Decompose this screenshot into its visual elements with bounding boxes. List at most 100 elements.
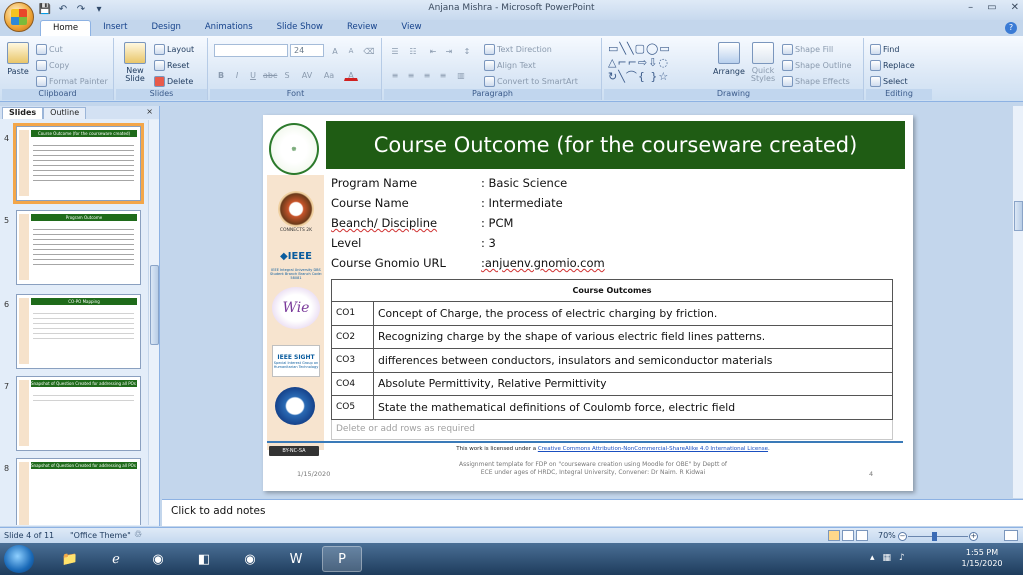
- slide-thumbnail-4[interactable]: Course Outcome (for the courseware creat…: [13, 123, 144, 204]
- tab-animations[interactable]: Animations: [193, 20, 265, 37]
- outcome-code[interactable]: CO3: [331, 348, 374, 373]
- tab-slides[interactable]: Slides: [2, 107, 44, 119]
- slide-title[interactable]: Course Outcome (for the courseware creat…: [326, 121, 905, 169]
- shape-outline-button[interactable]: Shape Outline: [782, 60, 852, 71]
- tab-home[interactable]: Home: [40, 20, 92, 37]
- spell-check-icon[interactable]: ♲: [134, 530, 142, 540]
- help-icon[interactable]: ?: [1005, 22, 1017, 34]
- zoom-knob[interactable]: [932, 532, 937, 541]
- delete-slide-button[interactable]: Delete: [154, 76, 193, 87]
- tray-expand-icon[interactable]: ▴: [870, 553, 875, 563]
- reset-button[interactable]: Reset: [154, 60, 189, 71]
- numbering-icon[interactable]: ☷: [406, 44, 420, 57]
- shape-fill-button[interactable]: Shape Fill: [782, 44, 833, 55]
- slide-thumbnail-7[interactable]: Snapshot of Question Created for address…: [16, 376, 141, 451]
- minimize-button[interactable]: –: [968, 2, 973, 13]
- internet-explorer-icon[interactable]: ℯ: [96, 546, 136, 572]
- font-name-combo[interactable]: [214, 44, 288, 57]
- app-icon[interactable]: ◧: [184, 546, 224, 572]
- shape-effects-button[interactable]: Shape Effects: [782, 76, 850, 87]
- slide-thumbnail-6[interactable]: CO-PO Mapping: [16, 294, 141, 369]
- outcome-code[interactable]: CO2: [331, 324, 374, 349]
- italic-button[interactable]: I: [230, 68, 244, 81]
- columns-icon[interactable]: ▥: [454, 68, 468, 81]
- course-outcomes-table[interactable]: Course Outcomes CO1 Concept of Charge, th…: [331, 279, 893, 440]
- justify-icon[interactable]: ≡: [436, 68, 450, 81]
- clock[interactable]: 1:55 PM 1/15/2020: [960, 547, 1004, 569]
- maximize-button[interactable]: ▭: [987, 2, 996, 13]
- outcome-text[interactable]: Absolute Permittivity, Relative Permitti…: [373, 371, 893, 396]
- panel-close-icon[interactable]: ×: [146, 107, 153, 116]
- change-case-button[interactable]: Aa: [320, 68, 338, 81]
- quick-styles-button[interactable]: Quick Styles: [748, 42, 778, 83]
- slide-show-button[interactable]: [856, 530, 868, 541]
- network-icon[interactable]: ▦: [883, 553, 892, 563]
- scroll-thumb[interactable]: [150, 265, 159, 345]
- outcome-text[interactable]: Recognizing charge by the shape of vario…: [373, 324, 893, 349]
- zoom-slider[interactable]: − +: [898, 532, 978, 541]
- slide-sorter-button[interactable]: [842, 530, 854, 541]
- slide-thumbnail-8[interactable]: Snapshot of Question Created for address…: [16, 458, 141, 525]
- select-button[interactable]: Select: [870, 76, 908, 87]
- outcome-text[interactable]: differences between conductors, insulato…: [373, 348, 893, 373]
- powerpoint-icon[interactable]: P: [322, 546, 362, 572]
- copy-button[interactable]: Copy: [36, 60, 69, 71]
- shrink-font-button[interactable]: A: [344, 44, 358, 57]
- notes-pane[interactable]: Click to add notes: [162, 499, 1023, 526]
- line-spacing-icon[interactable]: ↕: [460, 44, 474, 57]
- zoom-out-icon[interactable]: −: [898, 532, 907, 541]
- tab-insert[interactable]: Insert: [91, 20, 139, 37]
- outcome-text[interactable]: State the mathematical definitions of Co…: [373, 395, 893, 420]
- decrease-indent-icon[interactable]: ⇤: [426, 44, 440, 57]
- word-icon[interactable]: W: [276, 546, 316, 572]
- office-button[interactable]: [4, 2, 34, 32]
- fit-to-window-button[interactable]: [1004, 530, 1018, 541]
- tab-outline[interactable]: Outline: [43, 107, 87, 119]
- start-button[interactable]: [4, 545, 34, 573]
- slide-canvas[interactable]: ☸ Course Outcome (for the courseware cre…: [263, 115, 913, 491]
- zoom-level[interactable]: 70%: [878, 531, 896, 540]
- tab-view[interactable]: View: [389, 20, 433, 37]
- find-button[interactable]: Find: [870, 44, 899, 55]
- panel-scrollbar[interactable]: [148, 120, 159, 525]
- shadow-button[interactable]: S: [280, 68, 294, 81]
- char-spacing-button[interactable]: AV: [298, 68, 316, 81]
- bullets-icon[interactable]: ☰: [388, 44, 402, 57]
- tab-design[interactable]: Design: [140, 20, 193, 37]
- outcome-text[interactable]: Concept of Charge, the process of electr…: [373, 301, 893, 326]
- shapes-gallery[interactable]: ▭╲╲▢◯▭ △⌐⌐⇨⇩◌ ↻╲⌒{ }☆: [608, 42, 708, 86]
- align-left-icon[interactable]: ≡: [388, 68, 402, 81]
- close-button[interactable]: ✕: [1011, 2, 1019, 13]
- underline-button[interactable]: U: [246, 68, 260, 81]
- layout-button[interactable]: Layout: [154, 44, 194, 55]
- convert-smartart-button[interactable]: Convert to SmartArt: [484, 76, 578, 87]
- chrome-icon[interactable]: ◉: [138, 546, 178, 572]
- align-center-icon[interactable]: ≡: [404, 68, 418, 81]
- cut-button[interactable]: Cut: [36, 44, 63, 55]
- grow-font-button[interactable]: A: [328, 44, 342, 57]
- text-direction-button[interactable]: Text Direction: [484, 44, 552, 55]
- outcome-code[interactable]: CO1: [331, 301, 374, 326]
- outcome-code[interactable]: CO5: [331, 395, 374, 420]
- bold-button[interactable]: B: [214, 68, 228, 81]
- tab-review[interactable]: Review: [335, 20, 389, 37]
- file-explorer-icon[interactable]: 📁: [50, 546, 90, 572]
- slide-thumbnail-5[interactable]: Program Outcome: [16, 210, 141, 285]
- normal-view-button[interactable]: [828, 530, 840, 541]
- edit-scrollbar[interactable]: [1012, 106, 1023, 498]
- new-slide-button[interactable]: New Slide: [120, 42, 150, 83]
- chrome-window-icon[interactable]: ◉: [230, 546, 270, 572]
- font-size-combo[interactable]: 24: [290, 44, 324, 57]
- clear-format-icon[interactable]: ⌫: [362, 44, 376, 57]
- replace-button[interactable]: Replace: [870, 60, 915, 71]
- zoom-in-icon[interactable]: +: [969, 532, 978, 541]
- paste-button[interactable]: Paste: [6, 42, 30, 76]
- arrange-button[interactable]: Arrange: [712, 42, 746, 76]
- format-painter-button[interactable]: Format Painter: [36, 76, 108, 87]
- volume-icon[interactable]: ♪: [899, 553, 905, 563]
- scroll-thumb[interactable]: [1014, 201, 1023, 231]
- increase-indent-icon[interactable]: ⇥: [442, 44, 456, 57]
- align-right-icon[interactable]: ≡: [420, 68, 434, 81]
- license-link[interactable]: Creative Commons Attribution-NonCommerci…: [538, 446, 768, 452]
- outcome-code[interactable]: CO4: [331, 371, 374, 396]
